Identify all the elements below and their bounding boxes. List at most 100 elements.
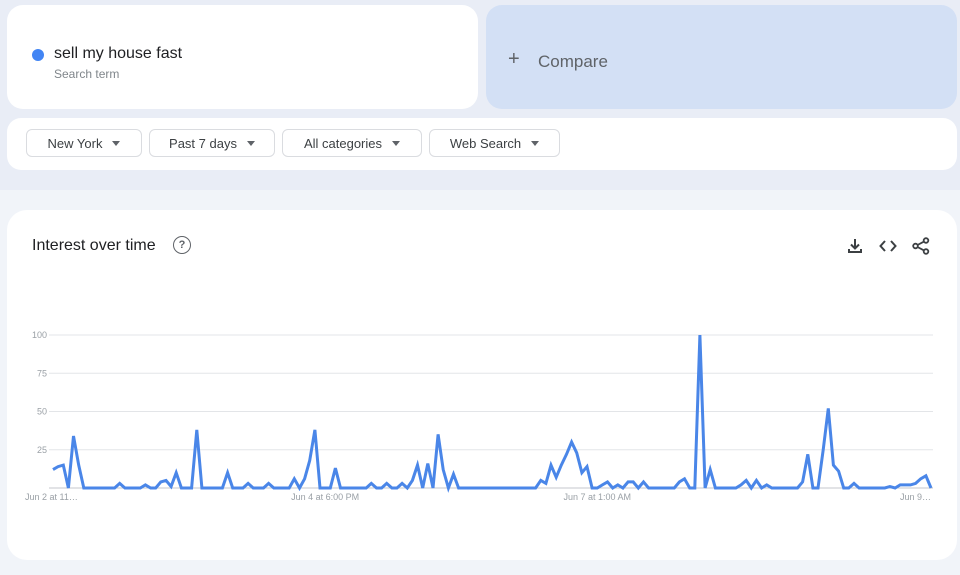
data-point[interactable] <box>518 485 523 490</box>
data-point[interactable] <box>738 482 743 487</box>
data-point[interactable] <box>405 485 410 490</box>
data-point[interactable] <box>615 482 620 487</box>
data-point[interactable] <box>56 464 61 469</box>
data-point[interactable] <box>235 485 240 490</box>
data-point[interactable] <box>169 484 174 489</box>
data-point[interactable] <box>107 485 112 490</box>
data-point[interactable] <box>441 467 446 472</box>
data-point[interactable] <box>420 485 425 490</box>
data-point[interactable] <box>302 476 307 481</box>
data-point[interactable] <box>523 485 528 490</box>
data-point[interactable] <box>790 485 795 490</box>
data-point[interactable] <box>893 485 898 490</box>
data-point[interactable] <box>189 485 194 490</box>
data-point[interactable] <box>600 482 605 487</box>
data-point[interactable] <box>199 485 204 490</box>
data-point[interactable] <box>718 485 723 490</box>
data-point[interactable] <box>487 485 492 490</box>
data-point[interactable] <box>898 482 903 487</box>
data-point[interactable] <box>620 485 625 490</box>
data-point[interactable] <box>780 485 785 490</box>
data-point[interactable] <box>466 485 471 490</box>
data-point[interactable] <box>158 479 163 484</box>
data-point[interactable] <box>810 485 815 490</box>
data-point[interactable] <box>379 485 384 490</box>
data-point[interactable] <box>774 485 779 490</box>
data-point[interactable] <box>179 485 184 490</box>
data-point[interactable] <box>194 427 199 432</box>
data-point[interactable] <box>328 485 333 490</box>
data-point[interactable] <box>923 473 928 478</box>
data-point[interactable] <box>554 475 559 480</box>
data-point[interactable] <box>400 481 405 486</box>
data-point[interactable] <box>184 485 189 490</box>
data-point[interactable] <box>66 485 71 490</box>
data-point[interactable] <box>641 479 646 484</box>
data-point[interactable] <box>369 481 374 486</box>
data-point[interactable] <box>548 463 553 468</box>
line-chart[interactable]: 100 75 50 25 Jun 2 at 11… Jun 4 at 6:00 PM Jun… <box>7 210 957 560</box>
data-point[interactable] <box>805 452 810 457</box>
data-point[interactable] <box>610 485 615 490</box>
data-point[interactable] <box>785 485 790 490</box>
data-point[interactable] <box>800 479 805 484</box>
data-point[interactable] <box>821 447 826 452</box>
data-point[interactable] <box>348 485 353 490</box>
data-point[interactable] <box>81 485 86 490</box>
data-point[interactable] <box>276 485 281 490</box>
data-point[interactable] <box>256 485 261 490</box>
data-point[interactable] <box>651 485 656 490</box>
data-point[interactable] <box>887 484 892 489</box>
data-point[interactable] <box>574 450 579 455</box>
data-point[interactable] <box>841 485 846 490</box>
data-point[interactable] <box>533 485 538 490</box>
data-point[interactable] <box>112 485 117 490</box>
data-point[interactable] <box>903 482 908 487</box>
data-point[interactable] <box>507 485 512 490</box>
data-point[interactable] <box>584 464 589 469</box>
data-point[interactable] <box>590 485 595 490</box>
data-point[interactable] <box>297 485 302 490</box>
data-point[interactable] <box>456 485 461 490</box>
data-point[interactable] <box>133 485 138 490</box>
data-point[interactable] <box>307 458 312 463</box>
location-filter-dropdown[interactable]: New York <box>26 129 142 157</box>
data-point[interactable] <box>502 485 507 490</box>
data-point[interactable] <box>836 469 841 474</box>
data-point[interactable] <box>867 485 872 490</box>
data-point[interactable] <box>127 485 132 490</box>
data-point[interactable] <box>543 481 548 486</box>
data-point[interactable] <box>117 481 122 486</box>
search-term-name[interactable]: sell my house fast <box>54 45 182 63</box>
data-point[interactable] <box>579 470 584 475</box>
data-point[interactable] <box>364 485 369 490</box>
data-point[interactable] <box>374 485 379 490</box>
data-point[interactable] <box>220 485 225 490</box>
data-point[interactable] <box>795 485 800 490</box>
data-point[interactable] <box>862 485 867 490</box>
data-point[interactable] <box>50 467 55 472</box>
data-point[interactable] <box>728 485 733 490</box>
category-filter-dropdown[interactable]: All categories <box>282 129 422 157</box>
data-point[interactable] <box>667 485 672 490</box>
data-point[interactable] <box>846 485 851 490</box>
data-point[interactable] <box>436 432 441 437</box>
data-point[interactable] <box>343 485 348 490</box>
data-point[interactable] <box>677 479 682 484</box>
data-point[interactable] <box>744 478 749 483</box>
data-point[interactable] <box>831 463 836 468</box>
data-point[interactable] <box>882 485 887 490</box>
data-point[interactable] <box>394 485 399 490</box>
data-point[interactable] <box>333 466 338 471</box>
data-point[interactable] <box>713 485 718 490</box>
data-point[interactable] <box>672 485 677 490</box>
search-type-filter-dropdown[interactable]: Web Search <box>429 129 560 157</box>
data-point[interactable] <box>97 485 102 490</box>
compare-button[interactable]: + Compare <box>486 5 957 109</box>
data-point[interactable] <box>425 461 430 466</box>
data-point[interactable] <box>682 476 687 481</box>
data-point[interactable] <box>626 479 631 484</box>
data-point[interactable] <box>815 485 820 490</box>
data-point[interactable] <box>754 478 759 483</box>
data-point[interactable] <box>764 482 769 487</box>
